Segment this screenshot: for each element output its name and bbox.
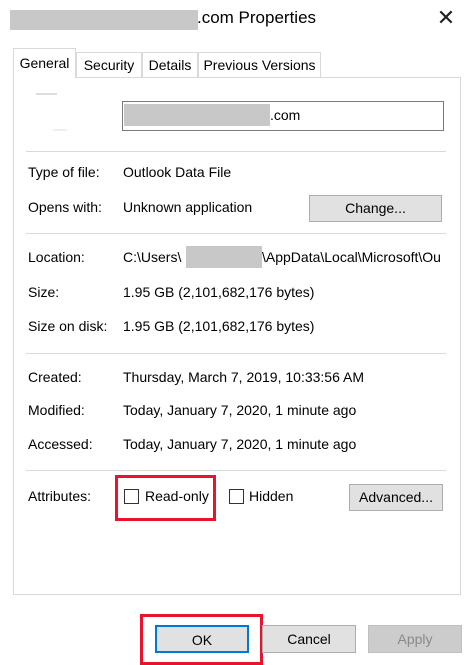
- location-value-suffix: \AppData\Local\Microsoft\Ou: [262, 249, 441, 265]
- size-on-disk-value: 1.95 GB (2,101,682,176 bytes): [123, 318, 315, 334]
- redacted-file-name: [124, 104, 270, 126]
- file-name-suffix[interactable]: .com: [270, 107, 300, 123]
- tab-details[interactable]: Details: [142, 52, 198, 77]
- size-label: Size:: [28, 284, 60, 300]
- change-button[interactable]: Change...: [309, 195, 442, 222]
- opens-with-label: Opens with:: [28, 199, 102, 215]
- hidden-label[interactable]: Hidden: [249, 488, 293, 504]
- modified-value: Today, January 7, 2020, 1 minute ago: [123, 402, 357, 418]
- close-icon[interactable]: ✕: [432, 4, 460, 32]
- modified-label: Modified:: [28, 402, 85, 418]
- size-on-disk-label: Size on disk:: [28, 318, 108, 334]
- general-panel: [13, 77, 461, 595]
- type-value: Outlook Data File: [123, 164, 232, 180]
- redacted-title-prefix: [10, 10, 198, 30]
- hidden-checkbox[interactable]: [229, 489, 244, 504]
- separator: [26, 470, 446, 471]
- ok-button[interactable]: OK: [155, 625, 249, 653]
- window-title: .com Properties: [197, 8, 317, 27]
- separator: [26, 353, 446, 354]
- tab-security[interactable]: Security: [76, 52, 142, 77]
- accessed-label: Accessed:: [28, 436, 93, 452]
- cancel-button[interactable]: Cancel: [262, 625, 356, 653]
- redacted-username: [186, 246, 262, 268]
- created-label: Created:: [28, 369, 82, 385]
- accessed-value: Today, January 7, 2020, 1 minute ago: [123, 436, 357, 452]
- type-label: Type of file:: [28, 164, 100, 180]
- tab-general[interactable]: General: [13, 48, 76, 78]
- advanced-button[interactable]: Advanced...: [349, 484, 443, 511]
- location-label: Location:: [28, 249, 85, 265]
- apply-button[interactable]: Apply: [368, 625, 462, 653]
- tab-previous-versions[interactable]: Previous Versions: [198, 52, 321, 77]
- created-value: Thursday, March 7, 2019, 10:33:56 AM: [123, 369, 364, 385]
- file-icon: [33, 90, 69, 134]
- size-value: 1.95 GB (2,101,682,176 bytes): [123, 284, 315, 300]
- readonly-label[interactable]: Read-only: [145, 488, 209, 504]
- separator: [26, 151, 446, 152]
- attributes-label: Attributes:: [28, 488, 92, 504]
- opens-with-value: Unknown application: [123, 199, 253, 215]
- readonly-checkbox[interactable]: [124, 489, 139, 504]
- location-value-prefix: C:\Users\: [123, 249, 182, 265]
- separator: [26, 233, 446, 234]
- active-tab-joint: [14, 76, 75, 78]
